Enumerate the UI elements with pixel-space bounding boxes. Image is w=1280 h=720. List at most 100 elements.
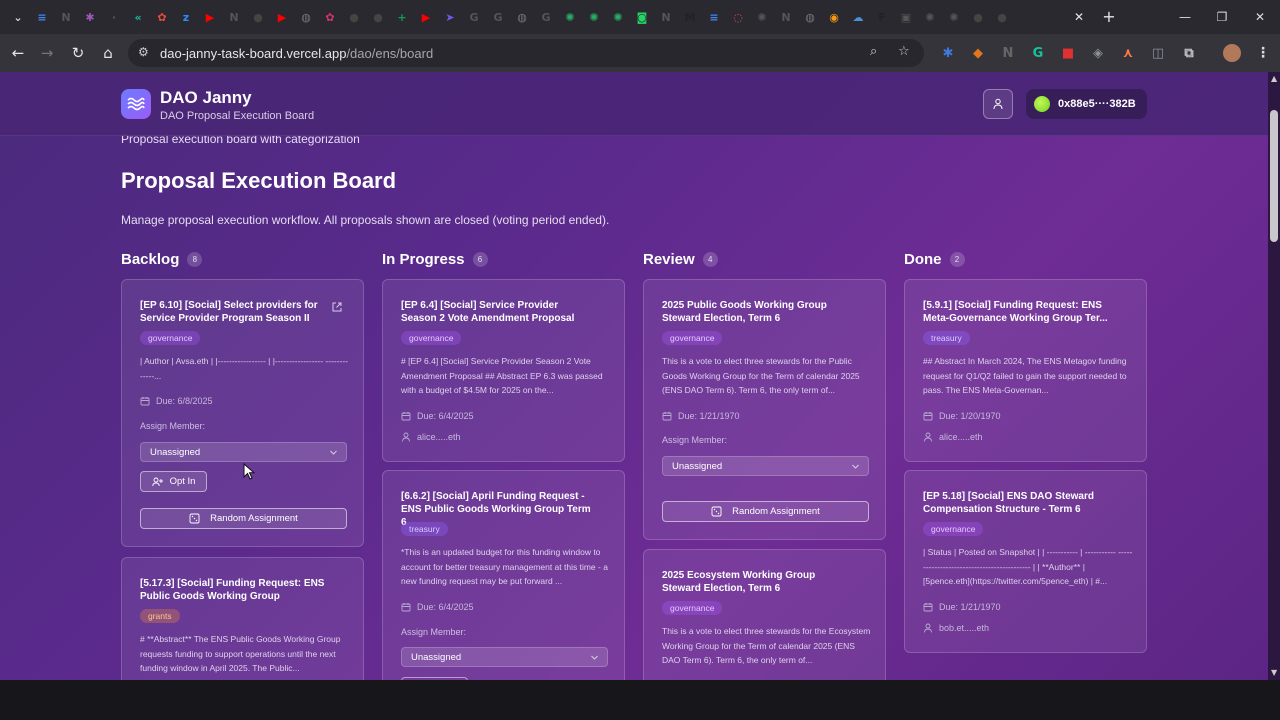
proposal-card[interactable]: [5.9.1] [Social] Funding Request: ENS Me… [904, 279, 1147, 462]
fox-extension-icon[interactable]: ◆ [969, 44, 987, 62]
reload-icon[interactable]: ↻ [66, 41, 90, 65]
back-icon[interactable]: ← [6, 41, 30, 65]
restore-window-icon[interactable]: ❐ [1207, 6, 1237, 28]
card-title[interactable]: 2025 Public Goods Working Group Steward … [662, 299, 852, 325]
github-icon[interactable]: ● [248, 7, 268, 27]
scrollbar-thumb[interactable] [1270, 110, 1278, 242]
zoom-icon[interactable]: z [176, 7, 196, 27]
globe-icon[interactable]: ◍ [296, 7, 316, 27]
random-assignment-button[interactable]: Random Assignment [140, 508, 347, 529]
card-title[interactable]: [EP 6.10] [Social] Select providers for … [140, 299, 330, 325]
app-logo-icon[interactable] [121, 89, 151, 119]
red-extension-icon[interactable]: ■ [1059, 44, 1077, 62]
notion-icon[interactable]: N [776, 7, 796, 27]
shield-extension-icon[interactable]: ◈ [1089, 44, 1107, 62]
taskbar-strip [0, 680, 1280, 720]
category-tag: governance [662, 601, 723, 615]
card-title[interactable]: 2025 Ecosystem Working Group Steward Ele… [662, 569, 852, 595]
app-icon[interactable]: ✱ [80, 7, 100, 27]
due-date: Due: 6/8/2025 [140, 396, 213, 406]
g-icon[interactable]: G [464, 7, 484, 27]
card-title[interactable]: [EP 5.18] [Social] ENS DAO Steward Compe… [923, 490, 1113, 516]
blue-extension-icon[interactable]: ✱ [939, 44, 957, 62]
zoom-lens-icon[interactable]: ⌕ [870, 44, 877, 59]
user-profile-button[interactable] [983, 89, 1013, 119]
column-header-done: Done 2 [904, 249, 965, 269]
globe-icon[interactable]: ◍ [512, 7, 532, 27]
proposal-card[interactable]: 2025 Public Goods Working Group Steward … [643, 279, 886, 540]
close-window-icon[interactable]: ✕ [1245, 6, 1275, 28]
notion-icon[interactable]: N [56, 7, 76, 27]
openai-icon[interactable]: ✺ [752, 7, 772, 27]
github-icon[interactable]: ● [968, 7, 988, 27]
medium-icon[interactable]: M [680, 7, 700, 27]
opt-in-button[interactable]: Opt In [140, 471, 207, 492]
gear-icon[interactable]: ✿ [152, 7, 172, 27]
openai-icon[interactable]: ✺ [944, 7, 964, 27]
new-tab-icon[interactable]: + [1099, 6, 1119, 26]
proposal-card[interactable]: [EP 6.4] [Social] Service Provider Seaso… [382, 279, 625, 462]
url-text[interactable]: dao-janny-task-board.vercel.app/dao/ens/… [160, 46, 433, 61]
terminal-icon[interactable]: ▣ [896, 7, 916, 27]
profile-avatar[interactable] [1223, 44, 1241, 62]
tab-list-chevron-icon[interactable]: ⌄ [8, 7, 28, 27]
bookmark-star-icon[interactable]: ☆ [898, 44, 910, 59]
forward-icon[interactable]: → [35, 41, 59, 65]
youtube-icon[interactable]: ▶ [272, 7, 292, 27]
swirl-icon[interactable]: ✺ [584, 7, 604, 27]
notion-icon[interactable]: N [224, 7, 244, 27]
puzzle-icon[interactable]: ⧉ [1180, 44, 1198, 62]
close-tab-icon[interactable]: ✕ [1069, 7, 1089, 27]
app-title[interactable]: DAO Janny [160, 88, 252, 108]
github-icon[interactable]: ● [344, 7, 364, 27]
external-link-icon[interactable] [331, 301, 343, 313]
site-info-icon[interactable]: ⚙ [138, 45, 149, 59]
minimize-window-icon[interactable]: — [1170, 6, 1200, 28]
proposal-card[interactable]: [5.17.3] [Social] Funding Request: ENS P… [121, 557, 364, 680]
assign-member-select[interactable]: Unassigned [401, 647, 608, 667]
youtube-icon[interactable]: ▶ [416, 7, 436, 27]
wallet-button[interactable]: 0x88e5····382B [1026, 89, 1147, 119]
scroll-up-icon[interactable]: ▲ [1271, 74, 1277, 83]
notion-icon[interactable]: N [656, 7, 676, 27]
youtube-icon[interactable]: ▶ [200, 7, 220, 27]
arrow-extension-icon[interactable]: ⋏ [1119, 44, 1137, 62]
swirl-icon[interactable]: ✺ [560, 7, 580, 27]
address-bar[interactable]: ⚙ dao-janny-task-board.vercel.app/dao/en… [128, 39, 924, 67]
docs-icon[interactable]: ≡ [32, 7, 52, 27]
grid-extension-icon[interactable]: ◫ [1149, 44, 1167, 62]
color-icon[interactable]: ◉ [824, 7, 844, 27]
assign-member-select[interactable]: Unassigned [140, 442, 347, 462]
card-title[interactable]: [5.17.3] [Social] Funding Request: ENS P… [140, 577, 330, 603]
g-icon[interactable]: G [536, 7, 556, 27]
dot-icon[interactable]: · [104, 7, 124, 27]
proposal-card[interactable]: [6.6.2] [Social] April Funding Request -… [382, 470, 625, 680]
leaf-icon[interactable]: « [128, 7, 148, 27]
home-icon[interactable]: ⌂ [96, 41, 120, 65]
more-menu-icon[interactable]: ⋮ [1254, 44, 1272, 62]
f-icon[interactable]: F [872, 7, 892, 27]
chat-icon[interactable]: ◙ [632, 7, 652, 27]
globe-icon[interactable]: ◍ [800, 7, 820, 27]
proposal-card[interactable]: 2025 Ecosystem Working Group Steward Ele… [643, 549, 886, 680]
notion-extension-icon[interactable]: N [999, 44, 1017, 62]
flower-icon[interactable]: ✿ [320, 7, 340, 27]
card-title[interactable]: [5.9.1] [Social] Funding Request: ENS Me… [923, 299, 1113, 325]
assign-member-select[interactable]: Unassigned [662, 456, 869, 476]
proposal-card[interactable]: [EP 6.10] [Social] Select providers for … [121, 279, 364, 547]
grammarly-extension-icon[interactable]: G [1029, 44, 1047, 62]
github-icon[interactable]: ● [368, 7, 388, 27]
g-icon[interactable]: G [488, 7, 508, 27]
openai-icon[interactable]: ✺ [920, 7, 940, 27]
github-icon[interactable]: ● [992, 7, 1012, 27]
random-assignment-button[interactable]: Random Assignment [662, 501, 869, 522]
cloud-icon[interactable]: ☁ [848, 7, 868, 27]
proposal-card[interactable]: [EP 5.18] [Social] ENS DAO Steward Compe… [904, 470, 1147, 653]
docs-icon[interactable]: ≡ [704, 7, 724, 27]
ring-icon[interactable]: ◌ [728, 7, 748, 27]
sheets-icon[interactable]: + [392, 7, 412, 27]
card-title[interactable]: [EP 6.4] [Social] Service Provider Seaso… [401, 299, 591, 325]
scroll-down-icon[interactable]: ▼ [1271, 668, 1277, 677]
swirl-icon[interactable]: ✺ [608, 7, 628, 27]
arrow-icon[interactable]: ➤ [440, 7, 460, 27]
